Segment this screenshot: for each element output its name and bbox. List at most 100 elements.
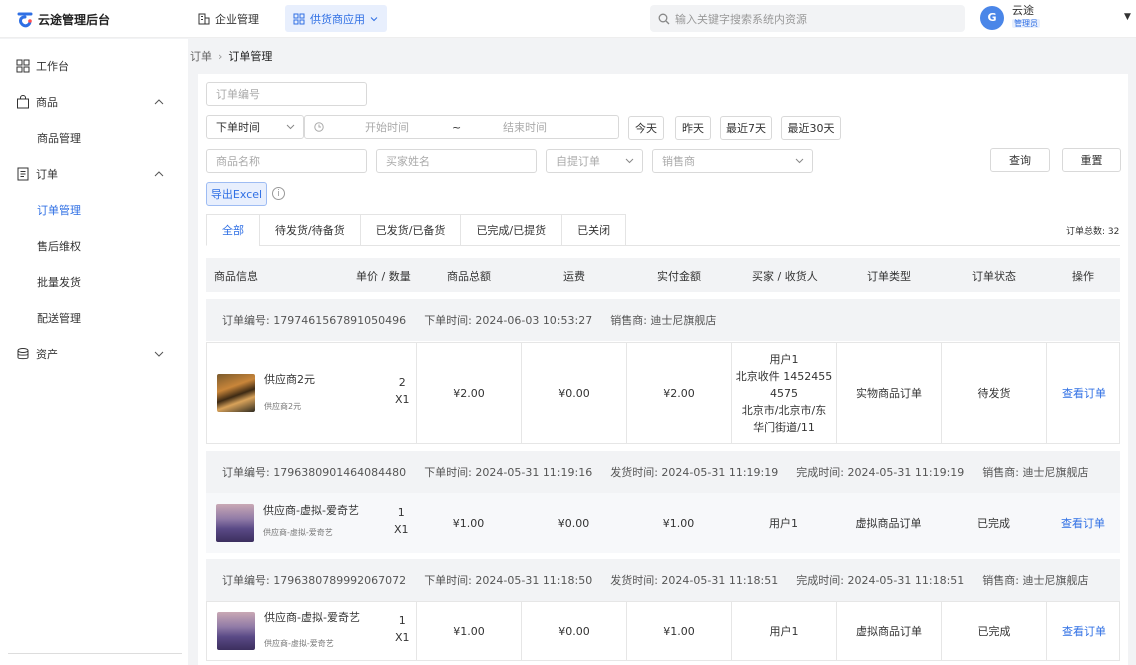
- sidebar-item-label: 批量发货: [37, 276, 81, 289]
- sidebar-item-label: 工作台: [36, 60, 69, 73]
- order-seller: 销售商: 迪士尼旗舰店: [610, 314, 717, 327]
- caret-down-icon[interactable]: ▼: [1124, 12, 1131, 22]
- sidebar-item-delivery[interactable]: 配送管理: [0, 300, 188, 336]
- user-menu[interactable]: G 云途 管理员: [980, 5, 1040, 30]
- tab-completed[interactable]: 已完成/已提货: [460, 214, 563, 246]
- topnav-enterprise[interactable]: 企业管理: [190, 5, 267, 32]
- sidebar-item-batch-ship[interactable]: 批量发货: [0, 264, 188, 300]
- tab-pending-ship[interactable]: 待发货/待备货: [259, 214, 361, 246]
- seller-select[interactable]: 销售商: [652, 149, 813, 173]
- breadcrumb-parent[interactable]: 订单: [190, 48, 212, 64]
- sidebar-item-assets[interactable]: 资产: [0, 336, 188, 372]
- quick-today-button[interactable]: 今天: [628, 116, 664, 140]
- view-order-link[interactable]: 查看订单: [1062, 385, 1106, 402]
- tab-all[interactable]: 全部: [206, 214, 260, 246]
- order-time: 下单时间: 2024-06-03 10:53:27: [424, 314, 593, 327]
- col-product-info: 商品信息: [214, 270, 258, 283]
- col-order-type: 订单类型: [867, 270, 911, 283]
- sidebar-item-label: 订单管理: [37, 204, 81, 217]
- col-price-qty: 单价 / 数量: [356, 270, 411, 283]
- sidebar-divider: [8, 653, 182, 654]
- chevron-down-icon: [370, 16, 378, 21]
- action-cell: 查看订单: [1047, 343, 1121, 443]
- sidebar-item-order[interactable]: 订单: [0, 156, 188, 192]
- start-time-placeholder[interactable]: 开始时间: [365, 119, 409, 135]
- topnav-supplier-app[interactable]: 供货商应用: [285, 5, 387, 32]
- time-type-select[interactable]: 下单时间: [206, 115, 304, 139]
- product-cell: 供应商-虚拟-爱奇艺 供应商-虚拟-爱奇艺 1 X1: [206, 493, 416, 553]
- quick-7days-button[interactable]: 最近7天: [720, 116, 772, 140]
- goods-total-cell: ¥1.00: [417, 602, 522, 660]
- sidebar-item-workbench[interactable]: 工作台: [0, 48, 188, 84]
- order-type-cell: 虚拟商品订单: [837, 602, 942, 660]
- buyer-line: 4575: [770, 386, 798, 400]
- table-header: 商品信息 单价 / 数量 商品总额 运费 实付金额 买家 / 收货人 订单类型 …: [206, 258, 1120, 292]
- app-title: 云途管理后台: [38, 12, 111, 27]
- chevron-down-icon: [286, 124, 295, 130]
- order-time: 下单时间: 2024-05-31 11:19:16: [424, 466, 593, 479]
- reset-button[interactable]: 重置: [1062, 148, 1121, 172]
- table-row: 供应商-虚拟-爱奇艺 供应商-虚拟-爱奇艺 1 X1 ¥1.00 ¥0.00 ¥…: [206, 601, 1120, 661]
- sidebar-item-label: 商品管理: [37, 132, 81, 145]
- info-icon[interactable]: i: [272, 187, 285, 200]
- quick-30days-button[interactable]: 最近30天: [781, 116, 841, 140]
- quantity-multiplier: X1: [395, 631, 410, 644]
- pickup-order-select[interactable]: 自提订单: [546, 149, 643, 173]
- export-excel-button[interactable]: 导出Excel: [206, 182, 267, 206]
- product-name-input[interactable]: 商品名称: [206, 149, 367, 173]
- freight-cell: ¥0.00: [522, 602, 627, 660]
- action-cell: 查看订单: [1047, 602, 1121, 660]
- buyer-name-input[interactable]: 买家姓名: [376, 149, 537, 173]
- col-action: 操作: [1072, 270, 1094, 283]
- order-number: 订单编号: 1796380789992067072: [222, 574, 407, 587]
- breadcrumb-current: 订单管理: [228, 50, 273, 63]
- product-name: 供应商2元: [264, 373, 315, 386]
- product-thumbnail: [217, 612, 255, 650]
- global-search-input[interactable]: 输入关键字搜索系统内资源: [650, 5, 965, 32]
- sidebar-item-order-manage[interactable]: 订单管理: [0, 192, 188, 228]
- order-seller: 销售商: 迪士尼旗舰店: [982, 466, 1089, 479]
- buyer-line: 北京收件 1452455: [735, 369, 833, 383]
- view-order-link[interactable]: 查看订单: [1061, 515, 1105, 532]
- product-thumbnail: [217, 374, 255, 412]
- product-subtitle: 供应商-虚拟-爱奇艺: [263, 528, 333, 537]
- date-range-picker[interactable]: 开始时间 ~ 结束时间: [304, 115, 619, 139]
- topnav-enterprise-label: 企业管理: [215, 12, 259, 26]
- buyer-line: 北京市/北京市/东: [741, 403, 827, 417]
- table-row: 供应商2元 供应商2元 2 X1 ¥2.00 ¥0.00 ¥2.00 用户1 北…: [206, 342, 1120, 444]
- user-role-badge: 管理员: [1012, 19, 1040, 28]
- chevron-up-icon: [154, 171, 164, 177]
- app-logo[interactable]: 云途管理后台: [16, 10, 110, 28]
- status-tabs: 全部 待发货/待备货 已发货/已备货 已完成/已提货 已关闭: [206, 214, 627, 246]
- col-buyer: 买家 / 收货人: [752, 270, 818, 283]
- order-no-placeholder: 订单编号: [216, 88, 260, 101]
- bag-icon: [17, 95, 29, 109]
- user-name: 云途: [1012, 4, 1034, 17]
- order-no-input[interactable]: 订单编号: [206, 82, 367, 106]
- sidebar-item-goods[interactable]: 商品: [0, 84, 188, 120]
- sidebar-item-after-sale[interactable]: 售后维权: [0, 228, 188, 264]
- tab-shipped[interactable]: 已发货/已备货: [359, 214, 462, 246]
- end-time-placeholder[interactable]: 结束时间: [503, 119, 547, 135]
- query-button[interactable]: 查询: [990, 148, 1050, 172]
- col-freight: 运费: [563, 270, 585, 283]
- order-number: 订单编号: 1797461567891050496: [222, 314, 407, 327]
- sidebar-item-goods-manage[interactable]: 商品管理: [0, 120, 188, 156]
- product-name: 供应商-虚拟-爱奇艺: [264, 611, 360, 624]
- view-order-link[interactable]: 查看订单: [1062, 623, 1106, 640]
- range-separator: ~: [452, 120, 462, 134]
- building-icon: [198, 13, 210, 24]
- seller-placeholder: 销售商: [662, 155, 695, 168]
- sidebar: 工作台 商品 商品管理 订单 订单管理 售后维权 批量发货 配送管理 资产: [0, 39, 188, 665]
- buyer-cell: 用户1 北京收件 1452455 4575 北京市/北京市/东 华门街道/11: [732, 343, 837, 443]
- order-type-cell: 实物商品订单: [837, 343, 942, 443]
- tab-closed[interactable]: 已关闭: [561, 214, 627, 246]
- goods-total-cell: ¥1.00: [452, 516, 485, 530]
- chevron-up-icon: [154, 99, 164, 105]
- product-subtitle: 供应商2元: [264, 402, 302, 411]
- buyer-name-placeholder: 买家姓名: [386, 155, 430, 168]
- order-status-cell: 已完成: [942, 602, 1047, 660]
- grid-app-icon: [293, 13, 305, 24]
- quick-yesterday-button[interactable]: 昨天: [675, 116, 711, 140]
- order-header: 订单编号: 1796380901464084480 下单时间: 2024-05-…: [206, 451, 1120, 493]
